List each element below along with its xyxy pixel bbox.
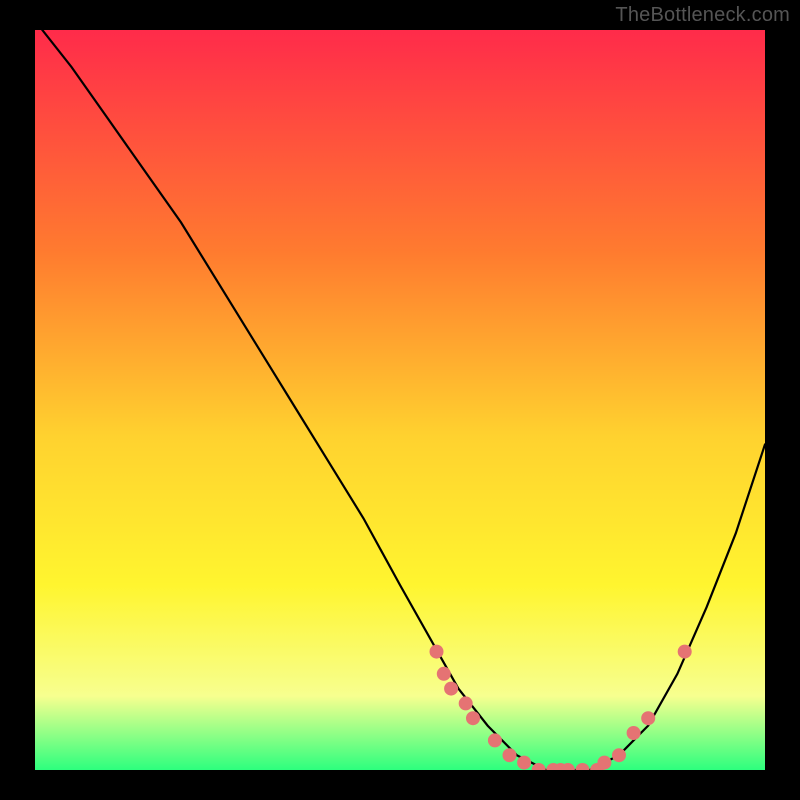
data-marker <box>627 726 641 740</box>
data-marker <box>678 645 692 659</box>
chart-svg <box>35 30 765 770</box>
data-marker <box>612 748 626 762</box>
plot-area <box>35 30 765 770</box>
data-marker <box>641 711 655 725</box>
gradient-background <box>35 30 765 770</box>
data-marker <box>597 756 611 770</box>
data-marker <box>444 682 458 696</box>
chart-frame: TheBottleneck.com <box>0 0 800 800</box>
data-marker <box>437 667 451 681</box>
data-marker <box>503 748 517 762</box>
data-marker <box>459 696 473 710</box>
watermark-text: TheBottleneck.com <box>615 4 790 27</box>
data-marker <box>488 733 502 747</box>
data-marker <box>466 711 480 725</box>
data-marker <box>430 645 444 659</box>
data-marker <box>517 756 531 770</box>
